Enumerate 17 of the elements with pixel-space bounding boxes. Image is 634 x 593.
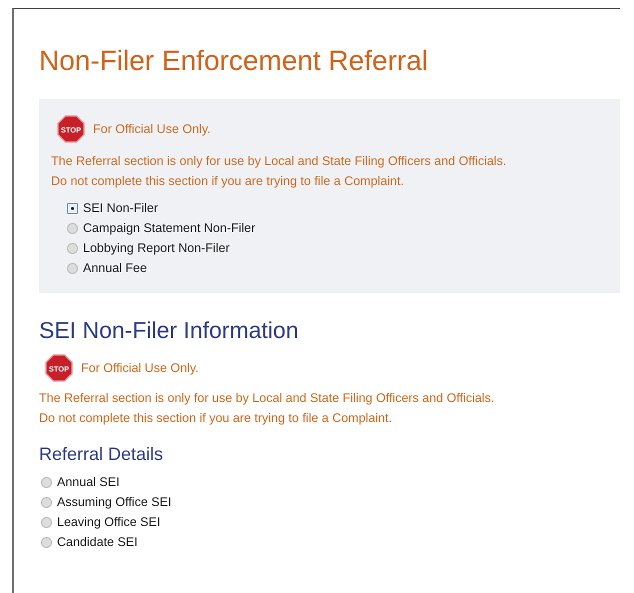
subsection-title: Referral Details <box>39 444 164 465</box>
referral-warning: The Referral section is only for use by Local and State Filing Officers and Officials. Do not complete this section if you are trying to file a Complaint. <box>50 153 508 190</box>
referral-type-option[interactable]: Lobbying Report Non-Filer <box>67 241 230 255</box>
stop-sign-icon: STOP <box>57 115 85 143</box>
referral-detail-option[interactable]: Leaving Office SEI <box>41 515 160 529</box>
referral-type-option[interactable]: Annual Fee <box>67 261 147 275</box>
referral-warning: The Referral section is only for use by Local and State Filing Officers and Officials. Do not complete this section if you are trying to file a Complaint. <box>39 390 496 427</box>
page-title: Non-Filer Enforcement Referral <box>39 45 430 77</box>
referral-detail-option[interactable]: Assuming Office SEI <box>41 495 172 509</box>
referral-type-option[interactable]: Campaign Statement Non-Filer <box>67 221 256 235</box>
section-title: SEI Non-Filer Information <box>39 317 300 344</box>
stop-sign-icon: STOP <box>45 354 73 382</box>
official-use-notice: For Official Use Only. <box>81 361 199 375</box>
official-use-notice: For Official Use Only. <box>93 122 211 136</box>
referral-type-option[interactable]: SEI Non-Filer <box>67 201 158 215</box>
referral-detail-option[interactable]: Annual SEI <box>41 475 120 489</box>
referral-detail-option[interactable]: Candidate SEI <box>41 535 138 549</box>
